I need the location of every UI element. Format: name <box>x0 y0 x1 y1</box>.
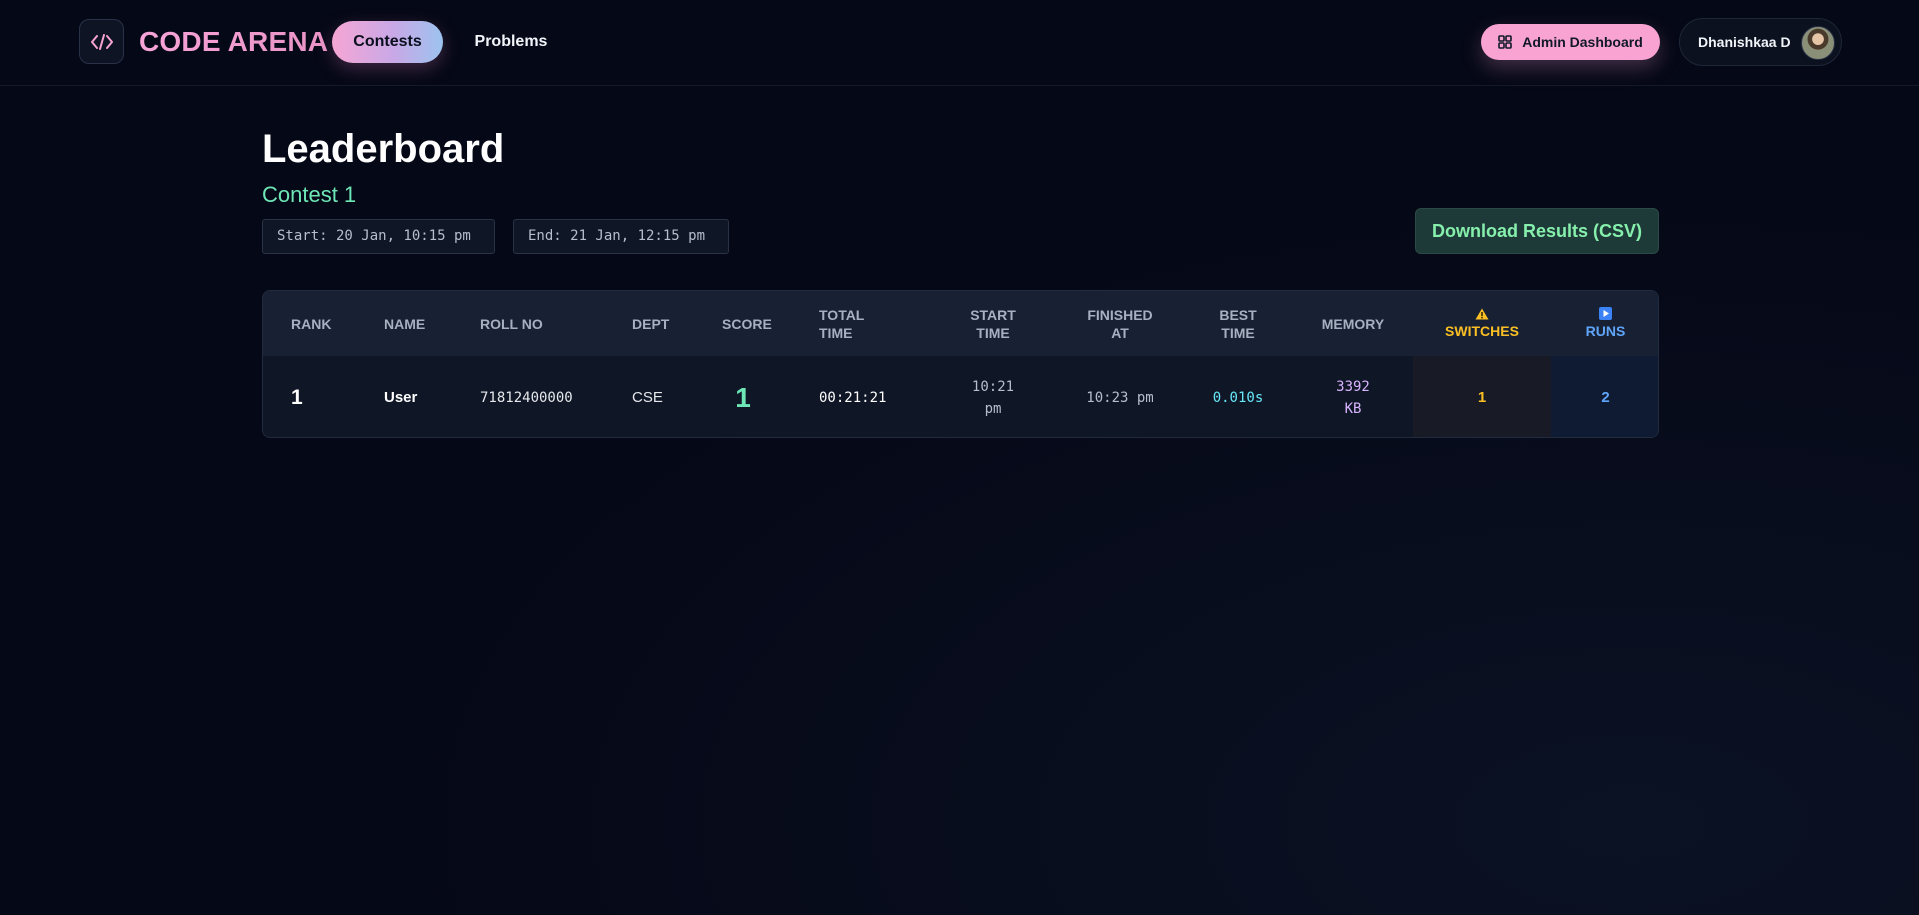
download-csv-button[interactable]: Download Results (CSV) <box>1415 208 1659 254</box>
cell-memory-value: 3392 <box>1336 378 1370 395</box>
cell-runs: 2 <box>1601 389 1610 406</box>
header-finished-line2: AT <box>1111 324 1129 341</box>
cell-memory-unit: KB <box>1344 400 1362 417</box>
avatar <box>1801 26 1835 60</box>
header-runs-label: RUNS <box>1585 323 1626 339</box>
user-menu[interactable]: Dhanishkaa D <box>1679 18 1842 66</box>
header-start-time: START TIME <box>943 291 1043 356</box>
page-title: Leaderboard <box>262 127 505 171</box>
play-icon <box>1599 307 1612 320</box>
nav-contests[interactable]: Contests <box>332 21 443 63</box>
grid-icon <box>1498 35 1513 49</box>
header-total-time-line1: TOTAL <box>819 306 865 323</box>
cell-memory: 3392 KB <box>1303 356 1403 437</box>
cell-roll-no: 71812400000 <box>480 389 573 406</box>
admin-dashboard-label: Admin Dashboard <box>1522 34 1643 50</box>
brand-title[interactable]: CODE ARENA <box>139 24 328 60</box>
start-time-chip: Start: 20 Jan, 10:15 pm <box>262 219 495 254</box>
table-row[interactable]: 1 User 71812400000 CSE 1 00:21:21 10:21 … <box>263 356 1658 437</box>
code-brackets-icon <box>90 33 113 50</box>
cell-score: 1 <box>735 381 751 413</box>
table-header: RANK NAME ROLL NO DEPT SCORE TOTAL TIME … <box>263 291 1658 356</box>
header-finished-line1: FINISHED <box>1087 306 1153 323</box>
nav-problems[interactable]: Problems <box>461 21 561 63</box>
cell-name: User <box>384 389 418 406</box>
header-finished-at: FINISHED AT <box>1060 291 1180 356</box>
header-memory: MEMORY <box>1321 315 1385 332</box>
header-total-time: TOTAL TIME <box>819 291 864 356</box>
user-name: Dhanishkaa D <box>1698 34 1791 50</box>
header-runs: RUNS <box>1551 291 1658 356</box>
cell-start-time-line1: 10:21 <box>971 378 1015 395</box>
logo[interactable] <box>79 19 124 64</box>
cell-start-time: 10:21 pm <box>943 356 1043 437</box>
cell-finished-at: 10:23 pm <box>1086 389 1154 406</box>
header-dept: DEPT <box>632 315 670 332</box>
cell-start-time-line2: pm <box>984 400 1002 417</box>
top-navbar: CODE ARENA Contests Problems Admin Dashb… <box>0 0 1919 86</box>
cell-best-time: 0.010s <box>1212 389 1264 406</box>
header-best-line1: BEST <box>1219 306 1257 323</box>
cell-rank: 1 <box>291 385 303 409</box>
cell-switches: 1 <box>1477 389 1487 406</box>
cell-dept: CSE <box>632 389 663 406</box>
header-start-time-line2: TIME <box>976 324 1010 341</box>
header-switches: SWITCHES <box>1413 291 1551 356</box>
admin-dashboard-button[interactable]: Admin Dashboard <box>1481 24 1660 60</box>
header-name: NAME <box>384 315 426 332</box>
contest-name: Contest 1 <box>262 182 357 207</box>
header-rank: RANK <box>291 315 332 332</box>
leaderboard-table: RANK NAME ROLL NO DEPT SCORE TOTAL TIME … <box>262 290 1659 438</box>
header-total-time-line2: TIME <box>819 324 853 341</box>
warning-icon <box>1475 308 1489 319</box>
header-switches-label: SWITCHES <box>1445 322 1519 339</box>
cell-total-time: 00:21:21 <box>819 389 887 406</box>
header-score: SCORE <box>722 315 772 332</box>
end-time-chip: End: 21 Jan, 12:15 pm <box>513 219 729 254</box>
header-roll-no: ROLL NO <box>480 315 543 332</box>
header-start-time-line1: START <box>970 306 1016 323</box>
header-best-time: BEST TIME <box>1188 291 1288 356</box>
header-best-line2: TIME <box>1221 324 1255 341</box>
